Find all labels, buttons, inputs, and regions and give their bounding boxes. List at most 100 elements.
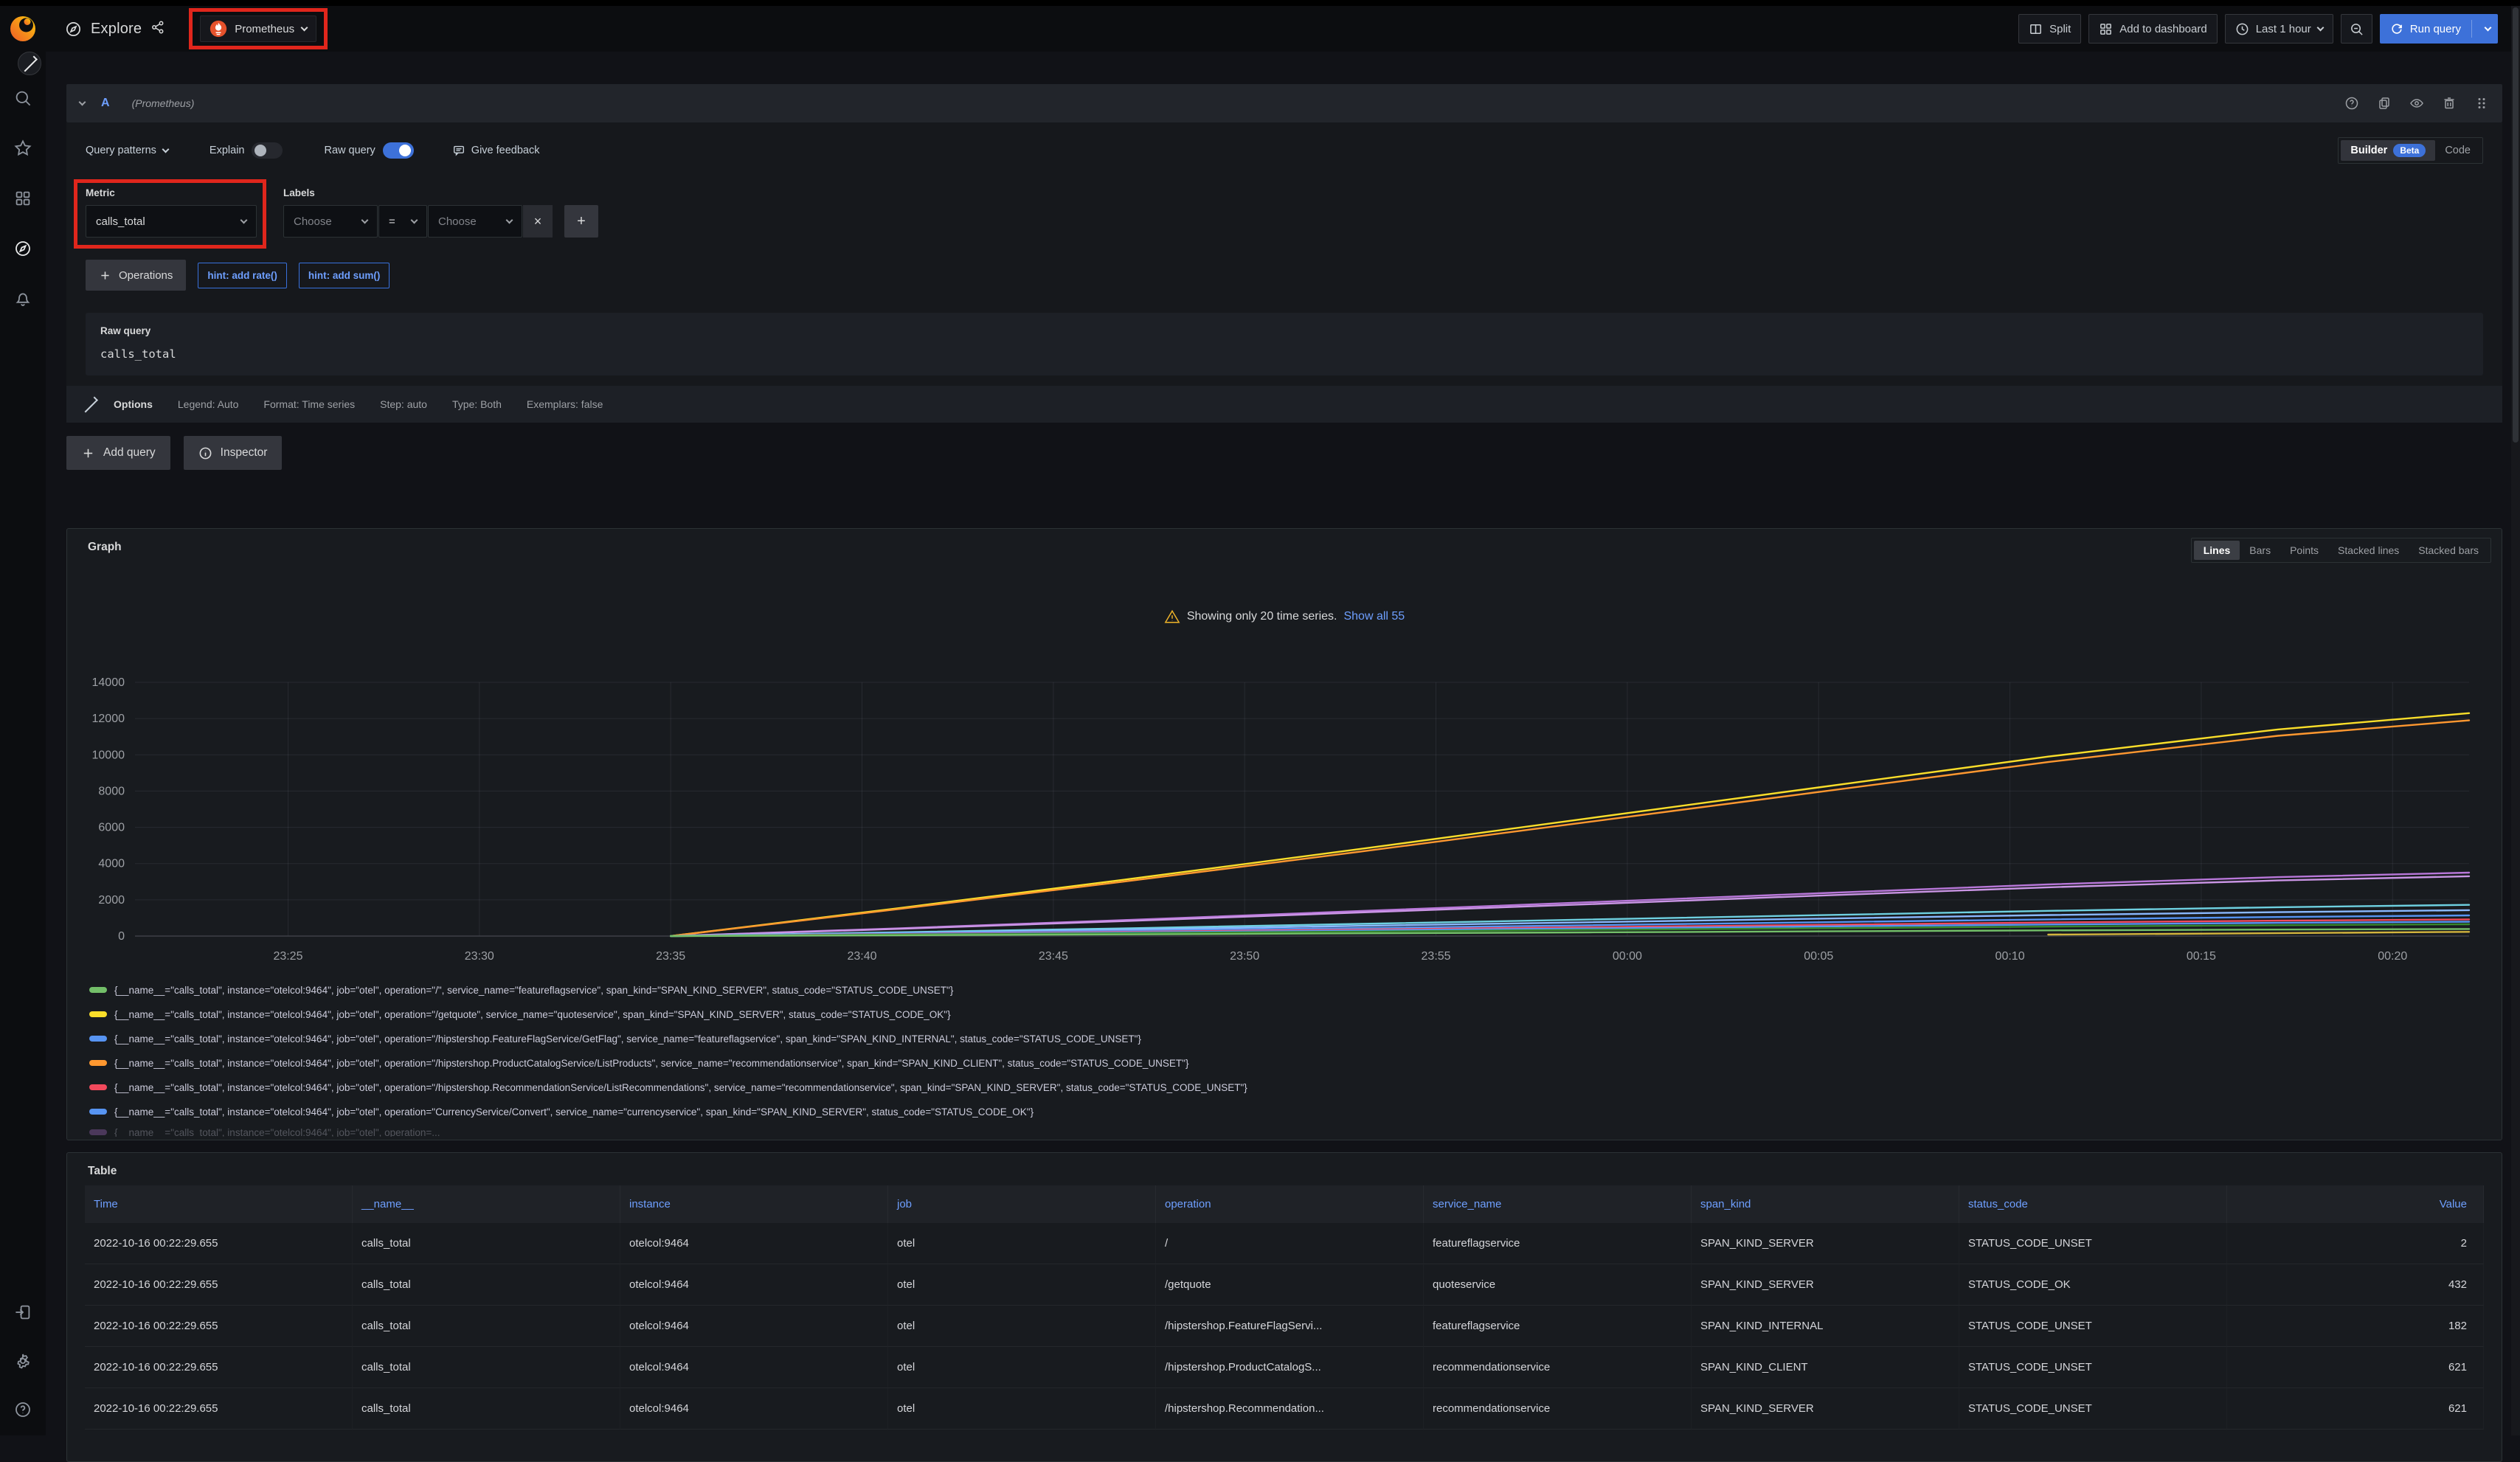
scrollbar-thumb[interactable] xyxy=(2513,7,2519,443)
legend-color-marker xyxy=(89,1084,107,1090)
graph-style-lines[interactable]: Lines xyxy=(2194,541,2240,560)
builder-mode-tab[interactable]: Builder Beta xyxy=(2341,140,2435,161)
chevron-down-icon xyxy=(2316,24,2324,31)
label-key-select[interactable]: Choose xyxy=(283,205,378,238)
metric-select[interactable]: calls_total xyxy=(86,205,257,238)
sidebar-expand-button[interactable] xyxy=(18,52,41,75)
table-column-header-name[interactable]: __name__ xyxy=(353,1185,620,1223)
label-operator-select[interactable]: = xyxy=(378,205,427,238)
hide-query-eye-icon[interactable] xyxy=(2409,96,2424,111)
dashboard-grid-icon xyxy=(2099,22,2113,36)
table-column-header-servicename[interactable]: service_name xyxy=(1424,1185,1692,1223)
code-mode-tab[interactable]: Code xyxy=(2435,141,2480,160)
starred-icon[interactable] xyxy=(13,139,32,158)
search-icon[interactable] xyxy=(13,89,32,108)
add-to-dashboard-button[interactable]: Add to dashboard xyxy=(2088,14,2217,44)
query-option-summary: Exemplars: false xyxy=(527,398,603,410)
table-panel-title: Table xyxy=(88,1165,117,1178)
table-cell: 621 xyxy=(2227,1347,2484,1388)
table-column-header-operation[interactable]: operation xyxy=(1156,1185,1424,1223)
add-query-button[interactable]: Add query xyxy=(66,436,170,470)
compass-icon xyxy=(65,21,82,38)
hint-add-sum-button[interactable]: hint: add sum() xyxy=(299,263,390,288)
query-patterns-dropdown[interactable]: Query patterns xyxy=(86,145,168,156)
sidebar xyxy=(0,6,46,1435)
datasource-picker[interactable]: Prometheus xyxy=(200,15,316,42)
svg-text:12000: 12000 xyxy=(92,713,125,725)
table-column-header-instance[interactable]: instance xyxy=(620,1185,888,1223)
legend-series-label: {__name__="calls_total", instance="otelc… xyxy=(114,1009,951,1020)
graph-style-points[interactable]: Points xyxy=(2280,541,2328,560)
operations-button[interactable]: Operations xyxy=(86,260,186,291)
prometheus-icon xyxy=(210,20,227,38)
svg-text:8000: 8000 xyxy=(98,785,125,797)
zoom-out-button[interactable] xyxy=(2341,14,2372,44)
graph-style-stacked-lines[interactable]: Stacked lines xyxy=(2328,541,2409,560)
legend-item[interactable]: {__name__="calls_total", instance="otelc… xyxy=(89,1104,2487,1120)
table-cell: calls_total xyxy=(353,1306,620,1347)
table-cell: 621 xyxy=(2227,1388,2484,1430)
query-options-row[interactable]: Options Legend: AutoFormat: Time seriesS… xyxy=(66,386,2502,423)
legend-item[interactable]: {__name__="calls_total", instance="otelc… xyxy=(89,1030,2487,1047)
query-option-summary: Step: auto xyxy=(380,398,427,410)
drag-handle-icon[interactable] xyxy=(2474,96,2489,111)
table-cell: otel xyxy=(888,1223,1156,1264)
hint-add-rate-button[interactable]: hint: add rate() xyxy=(198,263,287,288)
table-cell: STATUS_CODE_UNSET xyxy=(1959,1223,2227,1264)
configuration-gear-icon[interactable] xyxy=(13,1351,32,1371)
table-column-header-statuscode[interactable]: status_code xyxy=(1959,1185,2227,1223)
results-table: Time__name__instancejoboperationservice_… xyxy=(85,1185,2484,1430)
svg-text:00:00: 00:00 xyxy=(1613,950,1642,963)
explain-toggle[interactable] xyxy=(252,142,283,159)
give-feedback-link[interactable]: Give feedback xyxy=(452,144,540,157)
graph-style-bars[interactable]: Bars xyxy=(2240,541,2280,560)
raw-query-toggle[interactable] xyxy=(383,142,414,159)
legend-item-clipped: {__name__="calls_total", instance="otelc… xyxy=(89,1128,2487,1137)
sign-in-icon[interactable] xyxy=(13,1303,32,1322)
query-row-header[interactable]: A (Prometheus) xyxy=(66,84,2502,122)
inspector-button[interactable]: Inspector xyxy=(184,436,283,470)
table-cell: recommendationservice xyxy=(1424,1347,1692,1388)
share-icon[interactable] xyxy=(150,20,165,38)
label-value-select[interactable]: Choose xyxy=(428,205,522,238)
svg-text:23:45: 23:45 xyxy=(1039,950,1068,963)
table-column-header-spankind[interactable]: span_kind xyxy=(1692,1185,1959,1223)
series-limit-warning: Showing only 20 time series. Show all 55 xyxy=(67,609,2502,625)
table-panel: Table Time__name__instancejoboperationse… xyxy=(66,1152,2502,1462)
run-query-button[interactable]: Run query xyxy=(2380,14,2498,44)
raw-query-preview: Raw query calls_total xyxy=(86,313,2483,375)
add-label-button[interactable]: + xyxy=(564,205,598,238)
chevron-down-icon xyxy=(301,24,308,31)
dashboards-icon[interactable] xyxy=(13,189,32,208)
legend-series-label: {__name__="calls_total", instance="otelc… xyxy=(114,1128,440,1137)
legend-item[interactable]: {__name__="calls_total", instance="otelc… xyxy=(89,1079,2487,1095)
graph-style-stacked-bars[interactable]: Stacked bars xyxy=(2409,541,2488,560)
explore-nav-icon[interactable] xyxy=(13,239,32,258)
split-button[interactable]: Split xyxy=(2018,14,2081,44)
svg-text:23:30: 23:30 xyxy=(465,950,494,963)
page-scrollbar[interactable] xyxy=(2511,6,2520,1435)
table-column-header-time[interactable]: Time xyxy=(85,1185,353,1223)
query-help-icon[interactable] xyxy=(2344,96,2359,111)
grafana-logo[interactable] xyxy=(7,12,39,44)
chevron-down-icon[interactable] xyxy=(2485,24,2492,31)
columns-icon xyxy=(2029,22,2043,36)
raw-query-label: Raw query xyxy=(324,145,375,156)
show-all-series-link[interactable]: Show all 55 xyxy=(1343,610,1405,623)
help-icon[interactable] xyxy=(13,1400,32,1419)
table-cell: SPAN_KIND_SERVER xyxy=(1692,1264,1959,1306)
svg-text:4000: 4000 xyxy=(98,858,125,870)
time-range-picker[interactable]: Last 1 hour xyxy=(2225,14,2333,44)
collapse-chevron-icon[interactable] xyxy=(79,98,86,105)
legend-item[interactable]: {__name__="calls_total", instance="otelc… xyxy=(89,982,2487,998)
table-column-header-job[interactable]: job xyxy=(888,1185,1156,1223)
raw-query-label: Raw query xyxy=(100,325,2468,336)
table-column-header-value[interactable]: Value xyxy=(2227,1185,2484,1223)
legend-item[interactable]: {__name__="calls_total", instance="otelc… xyxy=(89,1006,2487,1022)
delete-query-trash-icon[interactable] xyxy=(2442,96,2457,111)
duplicate-query-icon[interactable] xyxy=(2377,96,2392,111)
legend-item[interactable]: {__name__="calls_total", instance="otelc… xyxy=(89,1055,2487,1071)
time-series-chart[interactable]: 0200040006000800010000120001400023:2523:… xyxy=(86,676,2482,971)
alerting-icon[interactable] xyxy=(13,289,32,308)
remove-label-button[interactable]: × xyxy=(523,205,553,238)
